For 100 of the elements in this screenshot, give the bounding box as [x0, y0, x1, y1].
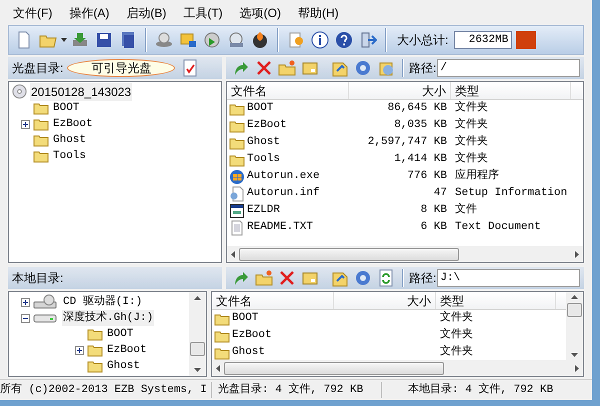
folder-label[interactable]: BOOT	[106, 326, 134, 342]
globe-icon	[229, 168, 245, 184]
vertical-scrollbar[interactable]	[566, 292, 583, 360]
file-type: 文件夹	[440, 346, 473, 358]
size-meter	[516, 31, 536, 49]
folder-label[interactable]: Tools	[52, 148, 88, 164]
size-total-label: 大小总计:	[397, 32, 448, 49]
column-header[interactable]: 类型	[436, 292, 556, 309]
file-name[interactable]: Ghost	[232, 344, 266, 360]
file-type: Text Document	[455, 221, 541, 234]
help-icon[interactable]	[333, 29, 355, 51]
file-type: 文件夹	[440, 312, 473, 324]
file-name[interactable]: BOOT	[232, 310, 258, 327]
file-name[interactable]: EZLDR	[247, 202, 280, 219]
column-header[interactable]: 文件名	[227, 82, 349, 99]
column-header[interactable]: 大小	[349, 82, 451, 99]
file-type: 文件夹	[440, 329, 473, 342]
path-label: 路径:	[409, 270, 436, 287]
cd-directory-label: 光盘目录:	[12, 60, 64, 77]
status-text: 本地目录: 4 文件, 792 KB	[407, 382, 554, 398]
scroll-down-icon[interactable]	[194, 368, 201, 372]
scroll-left-icon[interactable]	[231, 250, 235, 258]
info-icon[interactable]	[309, 29, 331, 51]
scroll-down-icon[interactable]	[571, 353, 578, 357]
menu-item[interactable]: 工具(T)	[176, 2, 230, 24]
column-header[interactable]: 类型	[451, 82, 571, 99]
path-field[interactable]: J:\	[437, 269, 580, 287]
scroll-thumb[interactable]	[239, 248, 459, 260]
disc-label[interactable]: 20150128_143023	[30, 82, 132, 100]
size-total-field: 2632MB	[454, 31, 512, 49]
scroll-up-icon[interactable]	[194, 296, 201, 300]
folder-icon	[214, 328, 230, 342]
path-label: 路径:	[409, 60, 436, 77]
file-size: 776 KB	[407, 169, 447, 184]
folder-icon	[33, 117, 49, 131]
folder-icon	[33, 133, 49, 147]
scroll-thumb[interactable]	[567, 303, 582, 317]
file-name[interactable]: Tools	[247, 151, 280, 168]
file-name[interactable]: BOOT	[247, 100, 274, 117]
settings-file-icon	[229, 186, 245, 202]
file-name[interactable]: Ghost	[247, 134, 280, 151]
file-size: 47	[434, 186, 447, 202]
file-size: 6 KB	[420, 220, 447, 236]
vertical-scrollbar[interactable]	[189, 292, 206, 376]
folder-label[interactable]: EzBoot	[52, 116, 94, 132]
folder-icon	[229, 136, 245, 150]
menu-item[interactable]: 启动(B)	[119, 2, 174, 24]
file-name[interactable]: Autorun.exe	[247, 168, 320, 185]
expand-toggle[interactable]	[21, 298, 30, 306]
scroll-right-icon[interactable]	[575, 364, 579, 372]
drive-label[interactable]: CD 驱动器(I:)	[62, 294, 144, 310]
menu-item[interactable]: 选项(O)	[232, 2, 288, 24]
folder-label[interactable]: EzBoot	[106, 342, 148, 358]
text-file-icon	[229, 220, 245, 236]
file-type: 文件夹	[455, 136, 488, 148]
column-header[interactable]: 大小	[334, 292, 436, 309]
menu-item[interactable]: 帮助(H)	[290, 2, 346, 24]
path-field[interactable]: /	[437, 59, 580, 77]
file-size: 86,645 KB	[388, 101, 447, 116]
column-header[interactable]: 文件名	[212, 292, 334, 309]
file-name[interactable]: EzBoot	[247, 117, 287, 134]
expand-toggle[interactable]	[21, 120, 30, 128]
file-size: 2,597,747 KB	[368, 135, 447, 150]
scroll-right-icon[interactable]	[575, 250, 579, 258]
file-type: 文件	[455, 204, 477, 216]
cd-drive-icon	[33, 294, 59, 310]
status-text: 所有 (c)2002-2013 EZB Systems, I	[0, 382, 212, 398]
drive-label[interactable]: 深度技术.Gh(J:)	[62, 310, 154, 326]
file-size: 1,414 KB	[394, 152, 447, 168]
file-size: 8,035 KB	[394, 118, 447, 134]
disc-icon	[12, 84, 27, 99]
scroll-left-icon[interactable]	[216, 364, 220, 372]
file-type: 文件夹	[455, 102, 488, 114]
file-type: 文件夹	[455, 153, 488, 166]
folder-label[interactable]: Ghost	[106, 358, 142, 374]
scroll-thumb[interactable]	[190, 342, 205, 356]
folder-label[interactable]: BOOT	[52, 100, 80, 116]
file-type: 应用程序	[455, 170, 499, 182]
caret-icon[interactable]	[61, 38, 67, 42]
folder-icon	[87, 359, 103, 373]
local-directory-label: 本地目录:	[12, 270, 64, 287]
file-size: 8 KB	[420, 203, 447, 218]
menu-item[interactable]: 文件(F)	[6, 2, 60, 24]
file-type: Setup Information	[455, 187, 568, 200]
horizontal-scrollbar[interactable]	[212, 360, 583, 376]
folder-icon	[87, 343, 103, 357]
window-icon	[229, 202, 245, 218]
expand-toggle[interactable]	[75, 346, 84, 354]
collapse-toggle[interactable]	[21, 314, 30, 322]
folder-icon	[229, 118, 245, 132]
menu-item[interactable]: 操作(A)	[62, 2, 116, 24]
file-name[interactable]: EzBoot	[232, 327, 272, 344]
horizontal-scrollbar[interactable]	[227, 246, 583, 262]
file-name[interactable]: Autorun.inf	[247, 185, 320, 202]
folder-icon	[33, 149, 49, 163]
folder-label[interactable]: Ghost	[52, 132, 88, 148]
scroll-thumb[interactable]	[224, 362, 444, 374]
scroll-up-icon[interactable]	[571, 295, 578, 299]
file-name[interactable]: README.TXT	[247, 219, 314, 236]
folder-icon	[229, 152, 245, 166]
